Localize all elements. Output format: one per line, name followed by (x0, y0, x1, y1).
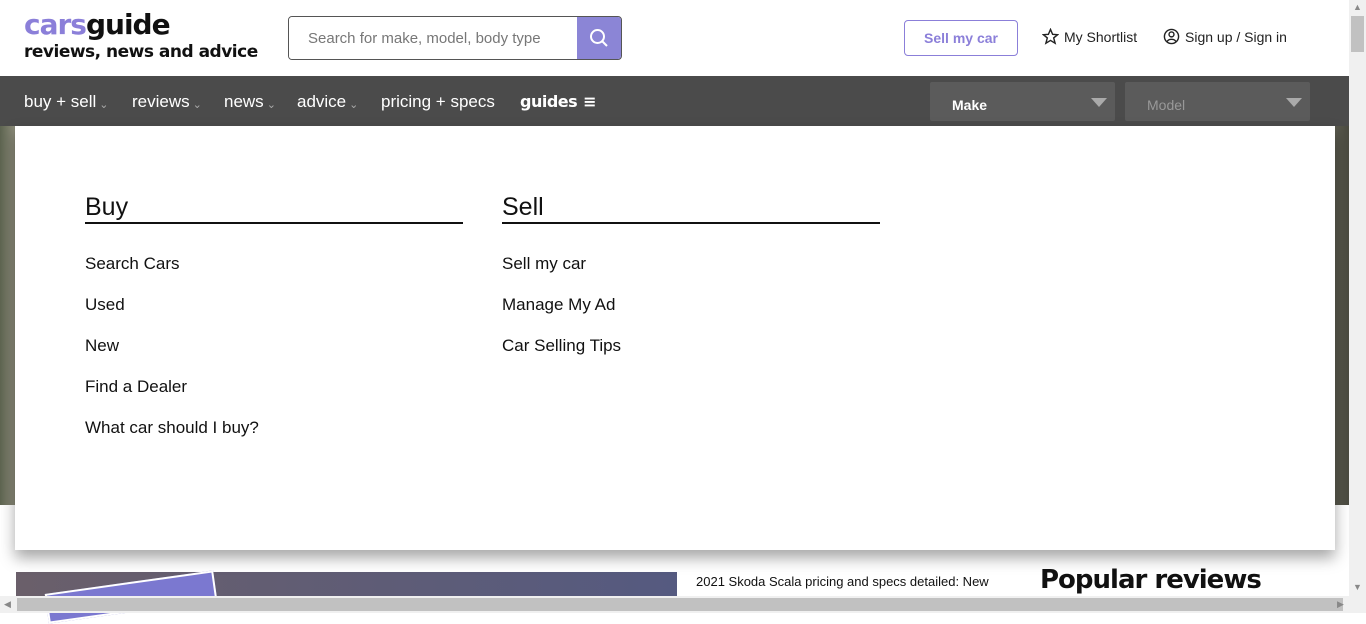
menu-link-what-car[interactable]: What car should I buy? (85, 407, 463, 448)
buy-sell-mega-menu: Buy Search Cars Used New Find a Dealer W… (15, 126, 1335, 550)
main-nav: buy + sell ⌄ reviews ⌄ news ⌄ advice ⌄ prici… (0, 76, 1349, 126)
menu-link-manage-ad[interactable]: Manage My Ad (502, 284, 880, 325)
logo-tagline: reviews, news and advice (24, 42, 258, 62)
site-header: carsguide reviews, news and advice Sell … (0, 0, 1349, 76)
chevron-down-icon: ⌄ (266, 98, 276, 111)
user-icon (1163, 28, 1180, 45)
nav-label: buy + sell (24, 92, 97, 111)
search-bar (288, 16, 622, 60)
menu-link-sell-my-car[interactable]: Sell my car (502, 243, 880, 284)
logo-guide: guide (85, 8, 171, 41)
menu-link-new[interactable]: New (85, 325, 463, 366)
buy-column: Buy Search Cars Used New Find a Dealer W… (85, 192, 463, 448)
buy-heading: Buy (85, 192, 463, 224)
nav-advice[interactable]: advice ⌄ (297, 92, 358, 112)
dropdown-arrow-icon (1286, 98, 1302, 107)
nav-guides[interactable]: guides ≡ (520, 92, 597, 111)
nav-label: guides (520, 92, 578, 111)
sign-in-link[interactable]: Sign up / Sign in (1163, 28, 1287, 45)
nav-reviews[interactable]: reviews ⌄ (132, 92, 202, 112)
search-input[interactable] (289, 17, 577, 59)
nav-label: advice (297, 92, 347, 111)
vertical-scroll-thumb[interactable] (1351, 16, 1364, 52)
article-headline[interactable]: 2021 Skoda Scala pricing and specs detai… (696, 574, 989, 589)
nav-pricing-specs[interactable]: pricing + specs (381, 92, 495, 112)
signin-label: Sign up / Sign in (1185, 28, 1287, 45)
search-button[interactable] (577, 17, 621, 59)
sell-heading: Sell (502, 192, 880, 224)
make-select[interactable]: Make (930, 82, 1115, 121)
model-select[interactable]: Model (1125, 82, 1310, 121)
sell-my-car-button[interactable]: Sell my car (904, 20, 1018, 56)
popular-reviews-heading: Popular reviews (1040, 565, 1262, 595)
dropdown-arrow-icon (1091, 98, 1107, 107)
model-label: Model (1147, 97, 1186, 113)
nav-label: reviews (132, 92, 190, 111)
nav-label: pricing + specs (381, 92, 495, 111)
scroll-right-icon[interactable]: ▶ (1337, 599, 1344, 610)
my-shortlist-link[interactable]: My Shortlist (1042, 28, 1137, 45)
shortlist-label: My Shortlist (1064, 28, 1138, 45)
carsguide-logo[interactable]: carsguide reviews, news and advice (24, 8, 258, 63)
menu-link-find-dealer[interactable]: Find a Dealer (85, 366, 463, 407)
chevron-down-icon: ⌄ (349, 98, 359, 111)
hamburger-icon: ≡ (583, 92, 597, 111)
nav-news[interactable]: news ⌄ (224, 92, 276, 112)
scroll-down-icon[interactable]: ▼ (1353, 582, 1362, 592)
chevron-down-icon: ⌄ (192, 98, 202, 111)
menu-link-search-cars[interactable]: Search Cars (85, 243, 463, 284)
vertical-scrollbar[interactable]: ▲ ▼ (1349, 0, 1366, 596)
nav-buy-sell[interactable]: buy + sell ⌄ (24, 92, 109, 112)
scroll-left-icon[interactable]: ◀ (4, 599, 11, 610)
horizontal-scrollbar[interactable]: ◀ ▶ (0, 596, 1366, 613)
make-label: Make (952, 97, 988, 113)
scroll-up-icon[interactable]: ▲ (1353, 2, 1362, 12)
star-icon (1042, 28, 1059, 45)
menu-link-used[interactable]: Used (85, 284, 463, 325)
logo-cars: cars (24, 8, 87, 41)
sell-column: Sell Sell my car Manage My Ad Car Sellin… (502, 192, 880, 366)
horizontal-scroll-thumb[interactable] (17, 598, 1343, 611)
nav-label: news (224, 92, 264, 111)
menu-link-selling-tips[interactable]: Car Selling Tips (502, 325, 880, 366)
chevron-down-icon: ⌄ (99, 98, 109, 111)
search-icon (590, 29, 608, 47)
